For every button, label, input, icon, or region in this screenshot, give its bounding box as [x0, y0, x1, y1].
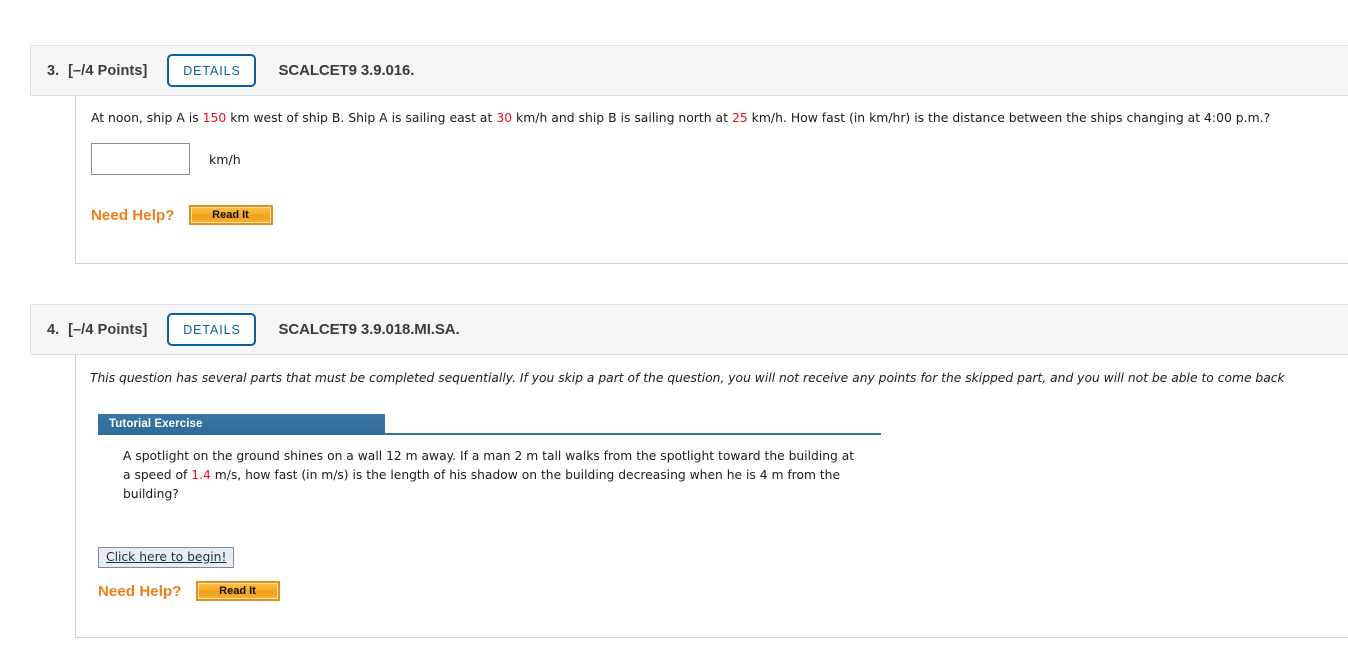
- need-help-label-4: Need Help?: [98, 582, 182, 600]
- question-number-4: 4.: [47, 321, 60, 338]
- question-block-3: 3. [–/4 Points] DETAILS SCALCET9 3.9.016…: [30, 45, 1348, 264]
- read-it-button-3[interactable]: Read It: [188, 205, 273, 225]
- prompt-segment: At noon, ship A is: [91, 110, 203, 125]
- question-body-4: This question has several parts that mus…: [75, 355, 1348, 638]
- answer-input-3[interactable]: [91, 143, 190, 175]
- tutorial-header-bar: Tutorial Exercise: [98, 414, 881, 438]
- answer-unit-3: km/h: [209, 151, 241, 167]
- need-help-row-4: Need Help? Read It: [98, 581, 1348, 601]
- question-points-3: [–/4 Points]: [68, 62, 148, 79]
- tutorial-value-speed: 1.4: [191, 468, 211, 482]
- question-header-3: 3. [–/4 Points] DETAILS SCALCET9 3.9.016…: [30, 45, 1348, 96]
- assignment-page: 3. [–/4 Points] DETAILS SCALCET9 3.9.016…: [0, 0, 1348, 668]
- need-help-row-3: Need Help? Read It: [91, 205, 1348, 225]
- prompt-segment: km/h and ship B is sailing north at: [512, 110, 732, 125]
- question-prompt-3: At noon, ship A is 150 km west of ship B…: [91, 110, 1348, 126]
- question-block-4: 4. [–/4 Points] DETAILS SCALCET9 3.9.018…: [30, 304, 1348, 638]
- click-here-to-begin-button[interactable]: Click here to begin!: [98, 547, 235, 568]
- tutorial-divider: [385, 433, 881, 435]
- multipart-note-4: This question has several parts that mus…: [90, 371, 1285, 385]
- question-points-4: [–/4 Points]: [68, 321, 148, 338]
- read-it-button-4[interactable]: Read It: [195, 581, 280, 601]
- tutorial-problem-text: A spotlight on the ground shines on a wa…: [123, 447, 858, 504]
- begin-button-wrap: Click here to begin!: [91, 504, 1348, 568]
- prompt-segment: km west of ship B. Ship A is sailing eas…: [226, 110, 497, 125]
- tutorial-exercise-label: Tutorial Exercise: [98, 414, 385, 435]
- tutorial-segment: m/s, how fast (in m/s) is the length of …: [123, 468, 841, 501]
- question-code-4: SCALCET9 3.9.018.MI.SA.: [278, 321, 460, 338]
- prompt-value-distance: 150: [202, 110, 227, 125]
- prompt-value-speed-b: 25: [731, 110, 748, 125]
- question-number-3: 3.: [47, 62, 60, 79]
- details-button-3[interactable]: DETAILS: [167, 54, 257, 87]
- question-header-4: 4. [–/4 Points] DETAILS SCALCET9 3.9.018…: [30, 304, 1348, 355]
- need-help-label-3: Need Help?: [91, 206, 175, 224]
- details-button-4[interactable]: DETAILS: [167, 313, 257, 346]
- answer-row-3: km/h: [91, 143, 1348, 175]
- question-code-3: SCALCET9 3.9.016.: [278, 62, 415, 79]
- question-body-3: At noon, ship A is 150 km west of ship B…: [75, 96, 1348, 264]
- prompt-value-speed-a: 30: [496, 110, 513, 125]
- prompt-segment: km/h. How fast (in km/hr) is the distanc…: [747, 110, 1271, 125]
